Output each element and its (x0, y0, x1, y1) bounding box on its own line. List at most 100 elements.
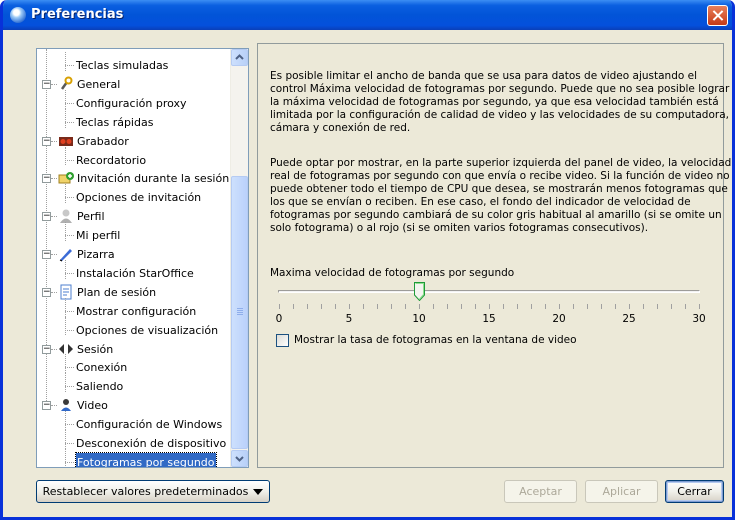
slider-tick (293, 304, 294, 309)
slider-tick-label: 15 (482, 313, 496, 325)
invite-icon (58, 170, 74, 186)
profile-icon (58, 208, 74, 224)
collapse-toggle-icon[interactable]: − (42, 287, 51, 297)
paragraph-line: solo fotograma) o al rojo (si se omiten … (270, 222, 649, 234)
slider-tick (433, 304, 434, 309)
slider-tick-label: 20 (552, 313, 566, 325)
collapse-toggle-icon[interactable]: − (42, 79, 51, 89)
tree-item-saliendo[interactable]: Saliendo (76, 377, 123, 396)
slider-tick (685, 304, 686, 309)
tree-item-fotogramas-por-segundo[interactable]: Fotogramas por segundo (75, 451, 217, 467)
preferences-dialog: Preferencias Teclas simuladas − General Con… (0, 0, 735, 520)
slider-tick (545, 304, 546, 309)
tree-item-general[interactable]: General (77, 75, 120, 94)
tree-item-mostrar-configuraci-n[interactable]: Mostrar configuración (76, 302, 196, 321)
app-icon (10, 7, 26, 23)
reset-defaults-dropdown-button[interactable]: Restablecer valores predeterminados (36, 480, 270, 503)
settings-panel: Es posible limitar el ancho de banda que… (257, 43, 731, 468)
collapse-toggle-icon[interactable]: − (42, 212, 51, 222)
tree-item-pizarra[interactable]: Pizarra (77, 245, 115, 264)
slider-tick (559, 304, 560, 309)
slider-tick (573, 304, 574, 309)
tree-item-teclas-r-pidas[interactable]: Teclas rápidas (76, 113, 153, 132)
slider-tick (671, 304, 672, 309)
tree-item-recordatorio[interactable]: Recordatorio (76, 151, 146, 170)
collapse-toggle-icon[interactable]: − (42, 401, 51, 411)
paragraph-line: puede obtener todo el tiempo de CPU que … (270, 183, 728, 195)
apply-button[interactable]: Aplicar (585, 480, 658, 503)
tree-item-desconexi-n-de-dispositivo[interactable]: Desconexión de dispositivo (76, 434, 226, 453)
tree-item-opciones-de-visualizaci-n[interactable]: Opciones de visualización (76, 321, 218, 340)
slider-tick (461, 304, 462, 309)
title-bar: Preferencias (3, 0, 732, 30)
tree-item-conexi-n[interactable]: Conexión (76, 358, 127, 377)
paragraph-line: real de fotogramas por segundo con que e… (270, 170, 730, 182)
paragraph-line: Es posible limitar el ancho de banda que… (270, 70, 698, 82)
slider-tick (363, 304, 364, 309)
recorder-icon (58, 133, 74, 149)
slider-tick (391, 304, 392, 309)
tree-item-configuraci-n-proxy[interactable]: Configuración proxy (76, 94, 187, 113)
slider-label: Maxima velocidad de fotogramas por segun… (270, 267, 515, 279)
show-framerate-label[interactable]: Mostrar la tasa de fotogramas en la vent… (294, 334, 577, 346)
reset-defaults-label: Restablecer valores predeterminados (42, 485, 249, 498)
dropdown-arrow-icon (253, 489, 264, 495)
paragraph-line: limitada por la configuración de calidad… (270, 109, 729, 121)
plan-icon (58, 284, 74, 300)
slider-tick (419, 304, 420, 309)
collapse-toggle-icon[interactable]: − (42, 136, 51, 146)
close-button[interactable]: Cerrar (665, 480, 724, 503)
slider-tick (657, 304, 658, 309)
tree-item-opciones-de-invitaci-n[interactable]: Opciones de invitación (76, 188, 201, 207)
accept-button[interactable]: Aceptar (504, 480, 577, 503)
slider-tick (643, 304, 644, 309)
scroll-thumb[interactable] (231, 176, 248, 449)
paragraph-line: Puede optar por mostrar, en la parte sup… (270, 157, 732, 169)
slider-tick-label: 0 (275, 313, 283, 325)
paragraph-line: los que se envían o reciben. En ese caso… (270, 196, 691, 208)
collapse-toggle-icon[interactable]: − (42, 344, 51, 354)
paragraph-line: cámara y conexión de red. (270, 122, 411, 134)
slider-tick (307, 304, 308, 309)
tree-item-invitaci-n-durante-la-sesi-n[interactable]: Invitación durante la sesión (77, 169, 229, 188)
slider-tick (503, 304, 504, 309)
tree-item-sesi-n[interactable]: Sesión (77, 340, 113, 359)
scroll-down-button[interactable] (231, 450, 248, 467)
tree-item-teclas-simuladas[interactable]: Teclas simuladas (76, 56, 168, 75)
slider-tick (377, 304, 378, 309)
slider-tick (615, 304, 616, 309)
paragraph-line: control Máxima velocidad de fotogramas p… (270, 83, 730, 95)
window-title: Preferencias (31, 7, 124, 22)
slider-tick (321, 304, 322, 309)
tree-scrollbar[interactable] (230, 49, 248, 467)
preferences-tree: Teclas simuladas − General Configuración pr… (36, 48, 249, 468)
show-framerate-checkbox[interactable] (276, 334, 289, 347)
tree-item-grabador[interactable]: Grabador (77, 132, 129, 151)
wrench-icon (58, 76, 74, 92)
slider-tick-label: 25 (622, 313, 636, 325)
video-person-icon (58, 397, 74, 413)
slider-tick-label: 10 (412, 313, 426, 325)
tree-item-instalaci-n-staroffice[interactable]: Instalación StarOffice (76, 264, 194, 283)
tree-item-plan-de-sesi-n[interactable]: Plan de sesión (77, 283, 156, 302)
slider-tick (699, 304, 700, 309)
slider-tick (447, 304, 448, 309)
collapse-toggle-icon[interactable]: − (42, 174, 51, 184)
slider-tick (531, 304, 532, 309)
slider-tick (279, 304, 280, 309)
close-window-button[interactable] (707, 5, 728, 26)
session-arrows-icon (58, 341, 74, 357)
tree-item-video[interactable]: Video (77, 396, 108, 415)
tree-item-configuraci-n-de-windows[interactable]: Configuración de Windows (76, 415, 222, 434)
slider-tick (335, 304, 336, 309)
chevron-up-icon (235, 54, 244, 60)
slider-tick-label: 5 (345, 313, 353, 325)
tree-item-mi-perfil[interactable]: Mi perfil (76, 226, 120, 245)
collapse-toggle-icon[interactable]: − (42, 250, 51, 259)
slider-tick (489, 304, 490, 309)
slider-track[interactable] (278, 290, 700, 293)
slider-tick (587, 304, 588, 309)
tree-item-perfil[interactable]: Perfil (77, 207, 105, 226)
scroll-up-button[interactable] (231, 49, 248, 66)
slider-thumb[interactable] (413, 282, 425, 301)
